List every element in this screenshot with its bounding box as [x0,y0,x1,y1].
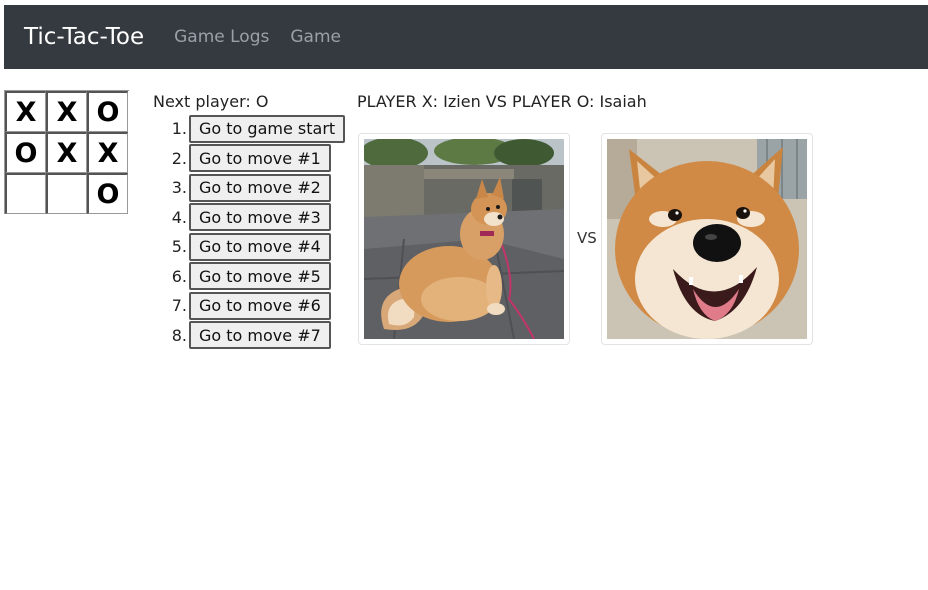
game-board: X X O O X X O [4,90,129,214]
move-list-item: 7. Go to move #6 [153,291,345,321]
shiba-face-image [607,139,807,339]
vs-label: VS [577,229,597,247]
move-number: 4. [171,207,187,227]
shiba-sitting-image [364,139,564,339]
go-to-move-button[interactable]: Go to move #3 [189,203,331,232]
move-number: 3. [171,178,187,198]
board-square[interactable]: X [5,91,46,132]
nav-link-game[interactable]: Game [290,27,341,47]
go-to-move-button[interactable]: Go to move #6 [189,291,331,320]
nav-link-game-logs[interactable]: Game Logs [174,27,269,47]
navbar: Tic-Tac-Toe Game Logs Game [4,5,928,69]
player-o-avatar [601,133,813,345]
move-number: 1. [171,119,187,139]
move-list-item: 2. Go to move #1 [153,144,345,174]
move-number: 5. [171,237,187,257]
board-square[interactable]: X [87,132,128,173]
brand-link[interactable]: Tic-Tac-Toe [24,24,144,50]
move-list-item: 3. Go to move #2 [153,173,345,203]
board-square[interactable] [5,173,46,214]
move-list-item: 4. Go to move #3 [153,203,345,233]
go-to-move-button[interactable]: Go to move #7 [189,321,331,350]
move-number: 2. [171,148,187,168]
player-matchup: PLAYER X: Izien VS PLAYER O: Isaiah [357,92,647,111]
go-to-move-button[interactable]: Go to move #2 [189,173,331,202]
move-history-list: 1. Go to game start 2. Go to move #1 3. … [153,114,346,351]
board-square[interactable]: X [46,132,87,173]
board-square[interactable]: O [87,91,128,132]
move-list-item: 6. Go to move #5 [153,262,345,292]
move-list-item: 8. Go to move #7 [153,321,345,351]
board-square[interactable] [46,173,87,214]
player-x-avatar [358,133,570,345]
move-number: 6. [171,266,187,286]
go-to-move-button[interactable]: Go to move #1 [189,144,331,173]
board-square[interactable]: X [46,91,87,132]
go-to-move-button[interactable]: Go to move #5 [189,262,331,291]
move-number: 8. [171,325,187,345]
go-to-game-start-button[interactable]: Go to game start [189,114,346,143]
go-to-move-button[interactable]: Go to move #4 [189,232,331,261]
move-number: 7. [171,296,187,316]
move-list-item: 1. Go to game start [153,114,346,144]
move-list-item: 5. Go to move #4 [153,232,345,262]
board-square[interactable]: O [87,173,128,214]
board-square[interactable]: O [5,132,46,173]
game-status: Next player: O [153,92,269,111]
